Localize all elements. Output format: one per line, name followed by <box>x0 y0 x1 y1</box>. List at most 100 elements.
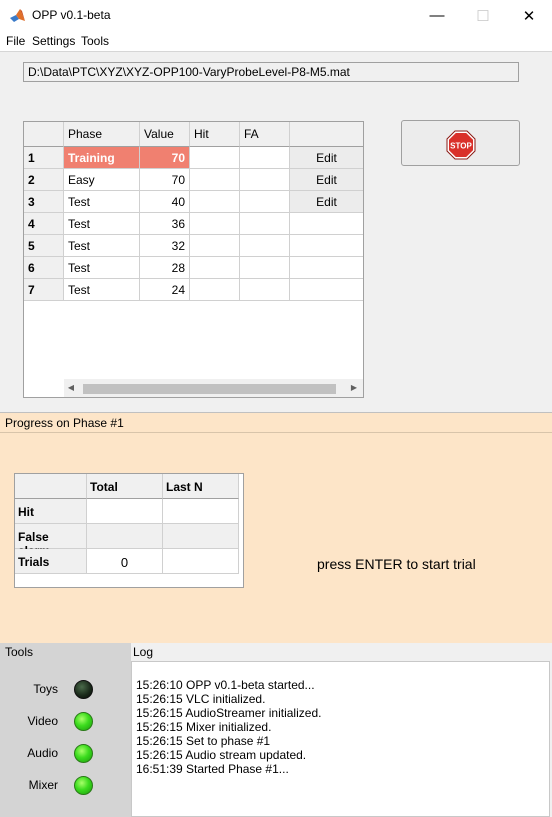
title-bar: OPP v0.1-beta — ☐ ✕ <box>0 0 552 31</box>
menu-file[interactable]: File <box>6 34 25 48</box>
edit-button[interactable]: Edit <box>290 147 363 169</box>
stats-row-label-false-alarm: False alarm <box>15 524 87 558</box>
scrollbar-thumb[interactable] <box>83 384 336 394</box>
toys-status-led-icon <box>74 680 93 699</box>
tool-label-mixer: Mixer <box>28 778 58 792</box>
table-row[interactable]: 2 Easy 70 Edit <box>24 169 363 191</box>
status-message: press ENTER to start trial <box>317 556 476 572</box>
log-line: 15:26:15 Audio stream updated. <box>136 748 307 762</box>
value-cell[interactable]: 28 <box>140 257 190 279</box>
log-textbox[interactable]: 15:26:10 OPP v0.1-beta started... 15:26:… <box>131 661 550 817</box>
false-alarm-last-n-cell <box>163 524 239 549</box>
phase-cell[interactable]: Test <box>64 279 140 301</box>
progress-title: Progress on Phase #1 <box>5 416 124 430</box>
horizontal-scrollbar[interactable]: ◀ ▶ <box>64 379 363 397</box>
maximize-button: ☐ <box>460 0 506 31</box>
column-header-last-n[interactable]: Last N <box>163 474 239 499</box>
value-cell[interactable]: 70 <box>140 147 190 169</box>
tools-title: Tools <box>5 645 34 659</box>
menu-tools[interactable]: Tools <box>81 34 109 48</box>
fa-cell[interactable] <box>240 169 290 191</box>
progress-panel: Progress on Phase #1 Total Last N Hit Fa… <box>0 412 552 644</box>
phase-cell[interactable]: Easy <box>64 169 140 191</box>
close-button[interactable]: ✕ <box>506 0 552 31</box>
fa-cell[interactable] <box>240 279 290 301</box>
column-header-total[interactable]: Total <box>87 474 163 499</box>
log-line: 15:26:15 Set to phase #1 <box>136 734 271 748</box>
tool-label-video: Video <box>27 714 58 728</box>
tools-panel: Tools Toys Video Audio Mixer <box>0 643 131 817</box>
phase-cell[interactable]: Test <box>64 213 140 235</box>
tool-label-audio: Audio <box>27 746 58 760</box>
hit-cell[interactable] <box>190 191 240 213</box>
value-cell[interactable]: 70 <box>140 169 190 191</box>
stats-row-label-hit: Hit <box>15 499 87 524</box>
menu-settings[interactable]: Settings <box>32 34 75 48</box>
hit-cell[interactable] <box>190 169 240 191</box>
column-header-hit[interactable]: Hit <box>190 122 240 147</box>
edit-button[interactable]: Edit <box>290 169 363 191</box>
table-row[interactable]: 6 Test 28 <box>24 257 363 279</box>
hit-cell[interactable] <box>190 279 240 301</box>
row-index: 3 <box>24 191 64 213</box>
log-panel: Log 15:26:10 OPP v0.1-beta started... 15… <box>131 643 552 817</box>
fa-cell[interactable] <box>240 147 290 169</box>
column-header-action[interactable] <box>290 122 363 147</box>
scroll-right-icon[interactable]: ▶ <box>349 382 359 394</box>
log-line: 15:26:15 Mixer initialized. <box>136 720 272 734</box>
hit-cell[interactable] <box>190 147 240 169</box>
log-line: 15:26:10 OPP v0.1-beta started... <box>136 678 315 692</box>
row-index: 4 <box>24 213 64 235</box>
log-title: Log <box>133 645 154 659</box>
value-cell[interactable]: 40 <box>140 191 190 213</box>
scroll-left-icon[interactable]: ◀ <box>66 382 76 394</box>
trials-total-cell: 0 <box>87 549 163 574</box>
log-line: 15:26:15 AudioStreamer initialized. <box>136 706 322 720</box>
fa-cell[interactable] <box>240 257 290 279</box>
table-row[interactable]: 4 Test 36 <box>24 213 363 235</box>
action-cell[interactable] <box>290 257 363 279</box>
edit-button[interactable]: Edit <box>290 191 363 213</box>
phase-cell[interactable]: Test <box>64 257 140 279</box>
trials-last-n-cell <box>163 549 239 574</box>
stats-row-label-trials: Trials <box>15 549 87 574</box>
row-index: 7 <box>24 279 64 301</box>
stats-table: Total Last N Hit False alarm Trials 0 <box>14 473 244 588</box>
audio-status-led-icon <box>74 744 93 763</box>
column-header-value[interactable]: Value <box>140 122 190 147</box>
action-cell[interactable] <box>290 279 363 301</box>
phase-cell[interactable]: Test <box>64 235 140 257</box>
phase-cell[interactable]: Test <box>64 191 140 213</box>
progress-divider <box>0 432 552 433</box>
window-title: OPP v0.1-beta <box>32 8 111 22</box>
hit-cell[interactable] <box>190 235 240 257</box>
action-cell[interactable] <box>290 235 363 257</box>
table-row[interactable]: 7 Test 24 <box>24 279 363 301</box>
table-row[interactable]: 5 Test 32 <box>24 235 363 257</box>
matlab-logo-icon <box>10 9 25 22</box>
fa-cell[interactable] <box>240 191 290 213</box>
value-cell[interactable]: 32 <box>140 235 190 257</box>
column-header-phase[interactable]: Phase <box>64 122 140 147</box>
hit-cell[interactable] <box>190 257 240 279</box>
close-icon: ✕ <box>522 7 536 25</box>
stop-sign-icon: STOP <box>446 130 476 160</box>
minimize-button[interactable]: — <box>414 0 460 31</box>
fa-cell[interactable] <box>240 213 290 235</box>
action-cell[interactable] <box>290 213 363 235</box>
fa-cell[interactable] <box>240 235 290 257</box>
log-line: 16:51:39 Started Phase #1... <box>136 762 289 776</box>
false-alarm-total-cell <box>87 524 163 549</box>
hit-last-n-cell <box>163 499 239 524</box>
table-row[interactable]: 1 Training 70 Edit <box>24 147 363 169</box>
log-line: 15:26:15 VLC initialized. <box>136 692 266 706</box>
file-path-field[interactable]: D:\Data\PTC\XYZ\XYZ-OPP100-VaryProbeLeve… <box>23 62 519 82</box>
value-cell[interactable]: 36 <box>140 213 190 235</box>
column-header-fa[interactable]: FA <box>240 122 290 147</box>
value-cell[interactable]: 24 <box>140 279 190 301</box>
stop-button[interactable]: STOP <box>401 120 520 166</box>
hit-total-cell <box>87 499 163 524</box>
hit-cell[interactable] <box>190 213 240 235</box>
table-row[interactable]: 3 Test 40 Edit <box>24 191 363 213</box>
phase-cell[interactable]: Training <box>64 147 140 169</box>
